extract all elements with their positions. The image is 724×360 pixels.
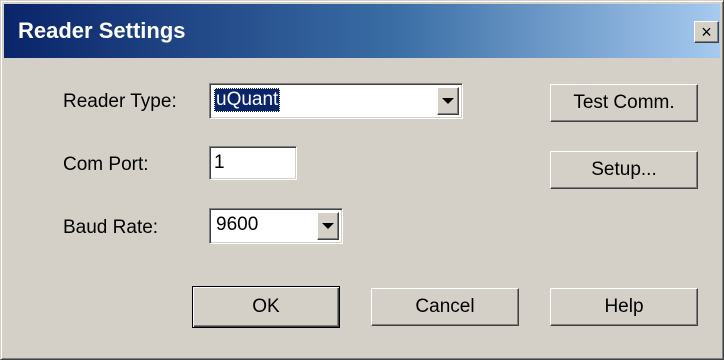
close-icon: × xyxy=(701,22,712,42)
reader-type-value: uQuant xyxy=(214,88,281,112)
baud-rate-label: Baud Rate: xyxy=(63,217,159,238)
chevron-down-icon xyxy=(322,223,334,229)
help-button[interactable]: Help xyxy=(550,288,698,326)
baud-rate-value: 9600 xyxy=(214,213,261,237)
com-port-field[interactable] xyxy=(209,146,297,180)
baud-rate-select[interactable]: 9600 xyxy=(209,208,343,244)
reader-type-dropdown-button[interactable] xyxy=(437,87,459,115)
reader-type-label: Reader Type: xyxy=(63,91,177,112)
com-port-input[interactable] xyxy=(214,150,292,176)
test-comm-button[interactable]: Test Comm. xyxy=(550,84,698,122)
setup-button[interactable]: Setup... xyxy=(550,151,698,189)
reader-type-select[interactable]: uQuant xyxy=(209,83,463,119)
baud-rate-dropdown-button[interactable] xyxy=(317,212,339,240)
ok-button[interactable]: OK xyxy=(192,286,340,328)
chevron-down-icon xyxy=(442,98,454,104)
reader-settings-dialog: Reader Settings × Reader Type: uQuant Co… xyxy=(0,0,724,360)
title-bar: Reader Settings × xyxy=(4,4,720,58)
window-title: Reader Settings xyxy=(18,18,186,43)
cancel-button[interactable]: Cancel xyxy=(371,288,519,326)
close-button[interactable]: × xyxy=(694,21,719,43)
com-port-label: Com Port: xyxy=(63,154,149,175)
